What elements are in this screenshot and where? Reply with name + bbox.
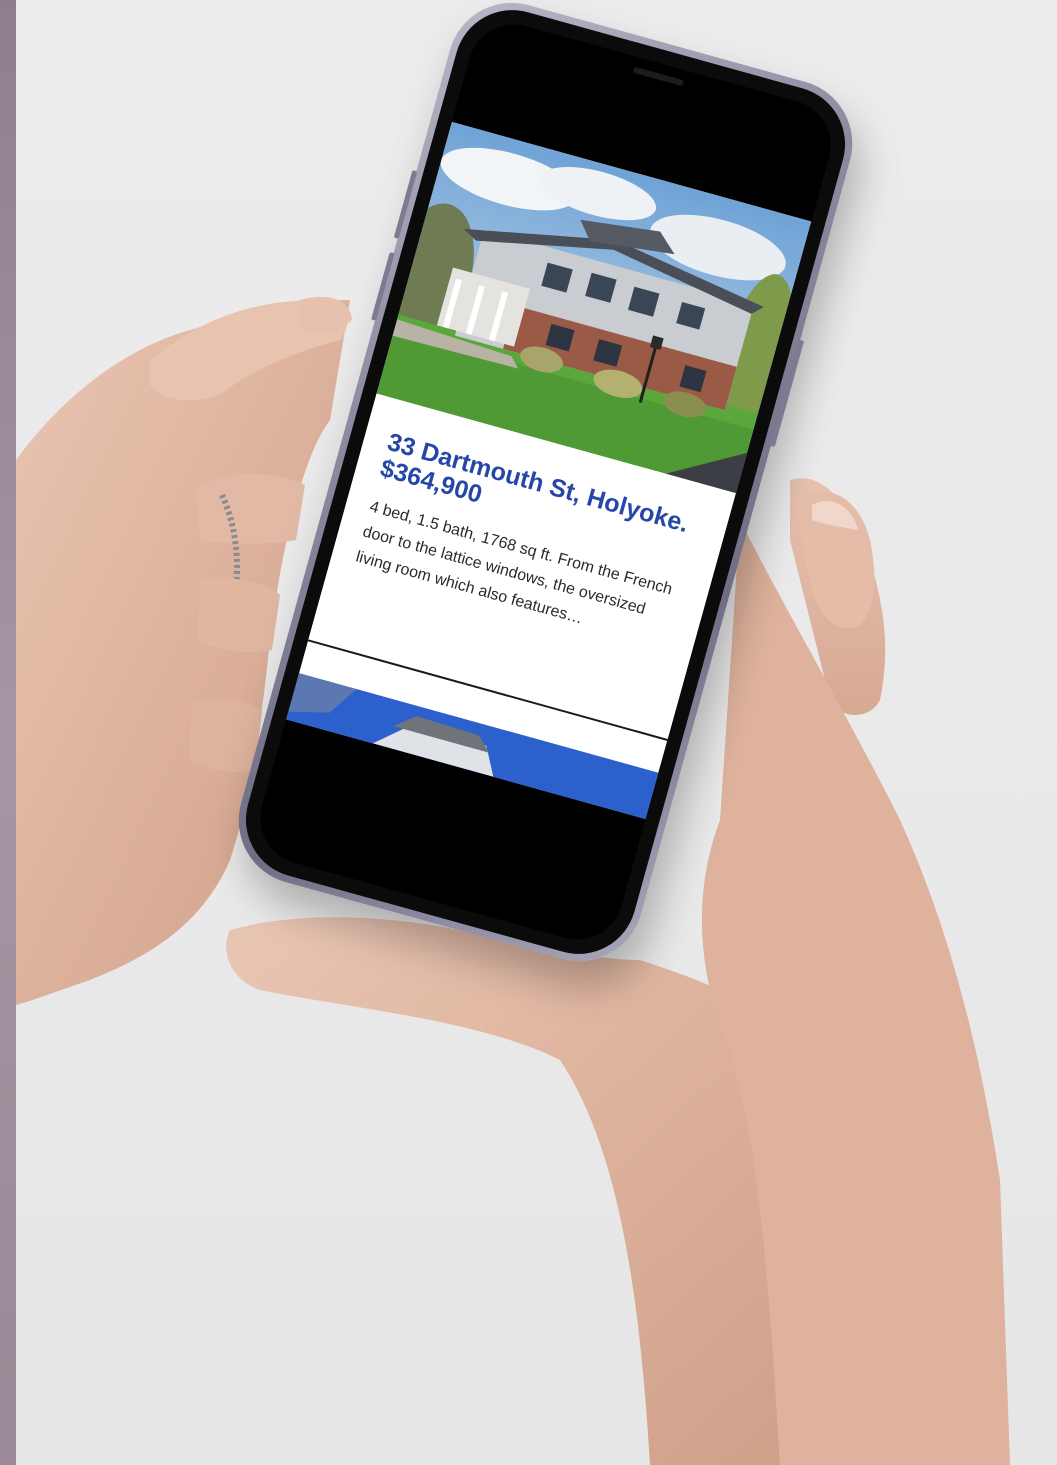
speaker-grille [632,66,684,87]
photo-scene: 33 Dartmouth St, Holyoke. $364,900 4 bed… [0,0,1057,1465]
